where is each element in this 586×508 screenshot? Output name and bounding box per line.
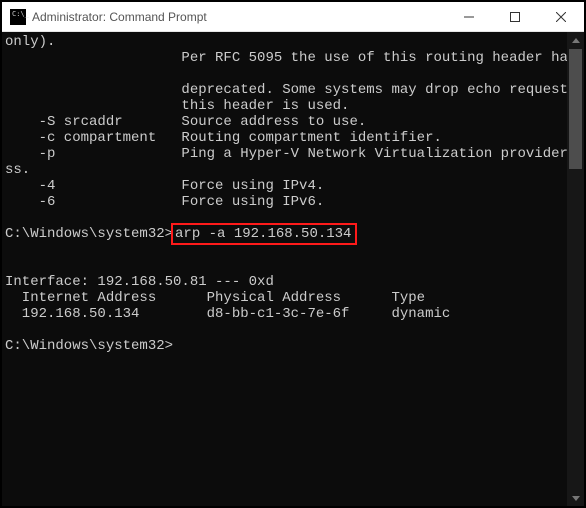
console-line: only). — [5, 34, 567, 50]
titlebar[interactable]: Administrator: Command Prompt — [2, 2, 584, 32]
console-line: -S srcaddr Source address to use. — [5, 114, 567, 130]
scrollbar-thumb[interactable] — [569, 49, 582, 169]
outer-frame: Administrator: Command Prompt only). Per… — [0, 0, 586, 508]
command-prompt-window: Administrator: Command Prompt only). Per… — [2, 2, 584, 506]
minimize-button[interactable] — [446, 2, 492, 31]
console-line: -c compartment Routing compartment ident… — [5, 130, 567, 146]
scroll-down-arrow-icon[interactable] — [567, 489, 584, 506]
window-title: Administrator: Command Prompt — [32, 10, 446, 24]
console-line — [5, 66, 567, 82]
vertical-scrollbar[interactable] — [567, 32, 584, 506]
scrollbar-track[interactable] — [567, 49, 584, 489]
console-line: Internet Address Physical Address Type — [5, 290, 567, 306]
console-line: -4 Force using IPv4. — [5, 178, 567, 194]
highlighted-command: arp -a 192.168.50.134 — [171, 223, 357, 245]
prompt-line: C:\Windows\system32>arp -a 192.168.50.13… — [5, 226, 567, 242]
close-button[interactable] — [538, 2, 584, 31]
console-line: -6 Force using IPv6. — [5, 194, 567, 210]
console-line: 192.168.50.134 d8-bb-c1-3c-7e-6f dynamic — [5, 306, 567, 322]
prompt-path: C:\Windows\system32> — [5, 226, 173, 242]
scroll-up-arrow-icon[interactable] — [567, 32, 584, 49]
console-line: this header is used. — [5, 98, 567, 114]
console-line: Interface: 192.168.50.81 --- 0xd — [5, 274, 567, 290]
console-line: Per RFC 5095 the use of this routing hea… — [5, 50, 567, 66]
window-controls — [446, 2, 584, 31]
console-line: ss. — [5, 162, 567, 178]
console-line: deprecated. Some systems may drop echo r… — [5, 82, 567, 98]
maximize-button[interactable] — [492, 2, 538, 31]
console-line — [5, 322, 567, 338]
console-line: C:\Windows\system32> — [5, 338, 567, 354]
console-output[interactable]: only). Per RFC 5095 the use of this rout… — [2, 32, 567, 506]
cmd-icon — [10, 9, 26, 25]
console-line: -p Ping a Hyper-V Network Virtualization… — [5, 146, 567, 162]
console-line — [5, 258, 567, 274]
console-area: only). Per RFC 5095 the use of this rout… — [2, 32, 584, 506]
